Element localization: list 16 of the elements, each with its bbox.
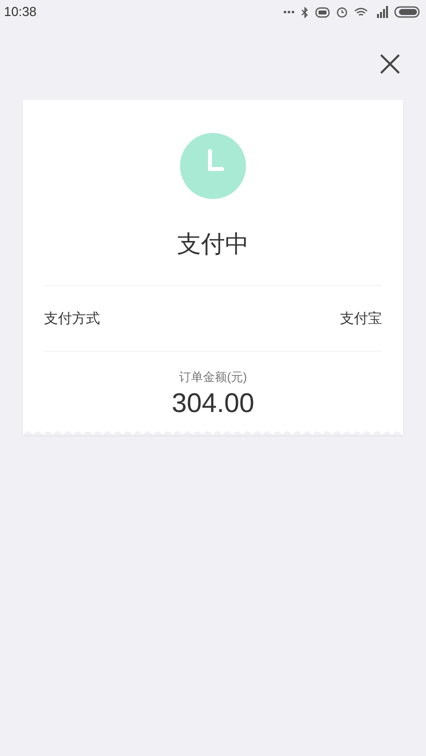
- clock-icon: [180, 133, 246, 199]
- signal-icon: [374, 6, 388, 18]
- row-label: 支付方式: [44, 309, 100, 328]
- row-value: 支付宝: [340, 309, 382, 328]
- amount-value: 304.00: [172, 387, 254, 420]
- close-button[interactable]: [378, 52, 402, 76]
- battery-icon: [394, 6, 420, 18]
- more-dots-icon: [283, 10, 295, 14]
- bluetooth-icon: [301, 6, 309, 18]
- status-time: 10:38: [4, 3, 37, 22]
- battery-saver-icon: [315, 6, 330, 18]
- alarm-clock-icon: [336, 6, 348, 18]
- amount-label: 订单金额(元): [179, 369, 247, 386]
- status-title: 支付中: [177, 230, 249, 260]
- wifi-icon: [354, 6, 368, 18]
- close-icon: [379, 53, 401, 75]
